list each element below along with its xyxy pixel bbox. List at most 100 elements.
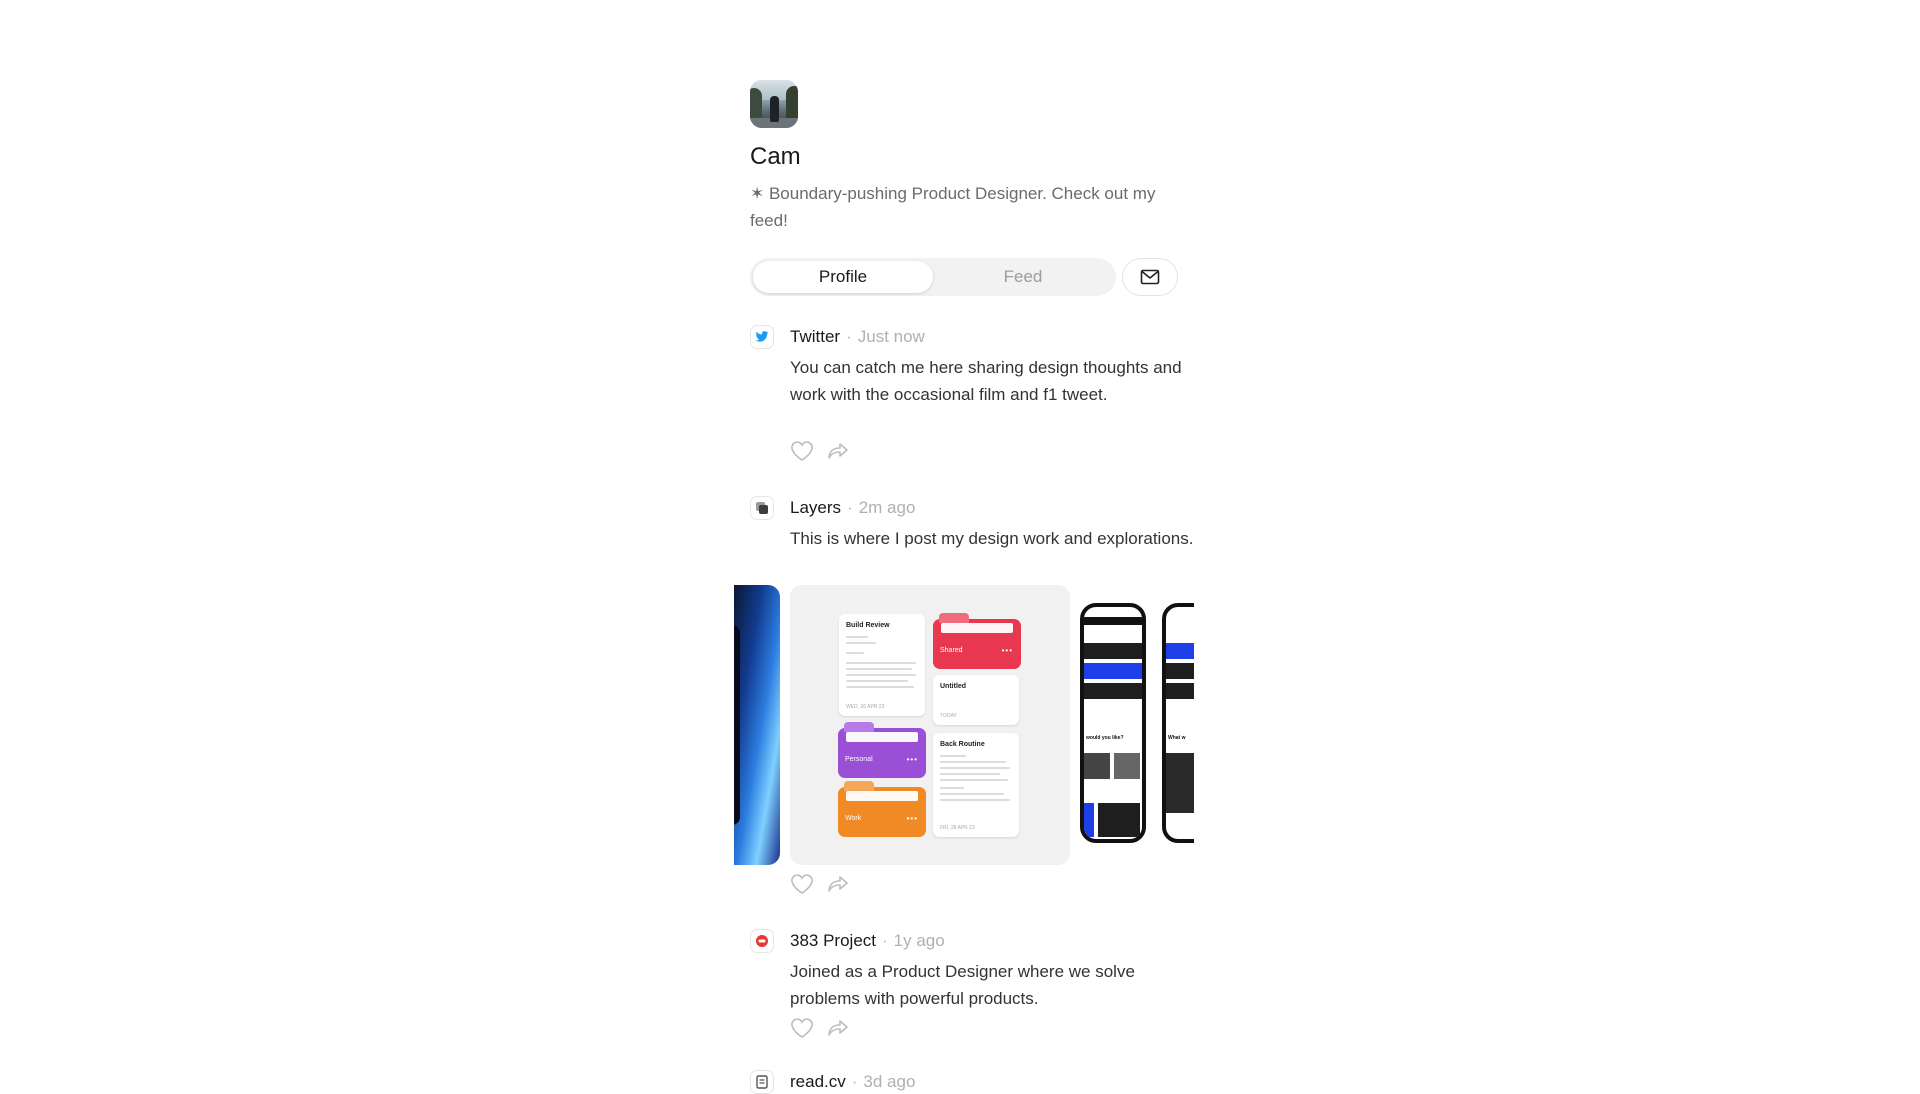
separator-dot: · [847,498,853,517]
note-card-title: Back Routine [940,741,985,748]
tab-switcher: Profile Feed [750,258,1116,296]
heart-icon[interactable] [790,440,814,462]
readcv-icon [750,1070,774,1094]
folder-tab [844,722,874,732]
post-source[interactable]: Twitter [790,327,840,346]
phone-block [1098,803,1140,837]
note-line [846,652,864,654]
post-header: read.cv · 3d ago [790,1070,915,1094]
383-project-icon [750,929,774,953]
note-card: Untitled TODAY [933,675,1019,725]
post-header: Layers · 2m ago [790,496,915,520]
gallery-image-main[interactable]: Build Review WED, 26 APR 23 Personal ••• [790,585,1070,865]
note-card-title: Build Review [846,622,890,629]
heart-icon[interactable] [790,1017,814,1039]
post-text: You can catch me here sharing design tho… [790,358,1182,404]
folder-paper [846,732,918,742]
note-line [940,755,966,757]
folder-paper [846,791,918,801]
twitter-bird-icon [750,325,774,349]
avatar-tree-right [786,86,798,122]
more-icon: ••• [906,814,918,823]
post-source[interactable]: 383 Project [790,931,876,950]
heart-icon[interactable] [790,873,814,895]
note-card-title: Untitled [940,683,967,690]
post-time: 2m ago [858,498,916,517]
folder-shared: Shared ••• [933,613,1021,669]
note-line [846,674,916,676]
gallery-image-left[interactable] [734,585,780,865]
separator-dot: · [846,327,852,346]
layers-icon [750,496,774,520]
post-source[interactable]: Layers [790,498,841,517]
folder-paper [941,623,1013,633]
phone-block [1084,663,1142,679]
note-line [940,773,1000,775]
note-card-date: WED, 26 APR 23 [846,704,885,710]
note-line [940,779,1008,781]
phone-block [1084,803,1094,837]
folder-tab [939,613,969,623]
layers-gallery[interactable]: Build Review WED, 26 APR 23 Personal ••• [734,585,1194,865]
avatar-person [770,96,779,122]
avatar[interactable] [750,80,798,128]
tab-feed[interactable]: Feed [933,261,1113,293]
note-card: Back Routine FRI, 28 APR 23 [933,733,1019,837]
note-line [846,636,868,638]
phone-mockup: would you like? [1080,603,1146,843]
phone-bar [1084,617,1142,625]
note-line [940,767,1010,769]
mail-button[interactable] [1122,258,1178,296]
note-line [846,686,914,688]
phone-mockup: What w [1162,603,1194,843]
post-header: 383 Project · 1y ago [790,929,945,953]
folder-tab [844,781,874,791]
more-icon: ••• [906,755,918,764]
post-time: 3d ago [863,1072,916,1091]
post-source[interactable]: read.cv [790,1072,846,1091]
gallery-image-right[interactable]: would you like? What w [1080,585,1194,865]
tab-profile[interactable]: Profile [753,261,933,293]
share-icon[interactable] [826,440,850,462]
folder-label: Work [845,815,862,822]
note-card: Build Review WED, 26 APR 23 [839,614,925,716]
post-text: This is where I post my design work and … [790,529,1194,548]
phone-block [1084,683,1142,699]
note-line [846,662,916,664]
post-time: Just now [857,327,925,346]
phone-block [1084,753,1110,779]
post-header: Twitter · Just now [790,325,925,349]
folder-work: Work ••• [838,781,926,837]
separator-dot: · [851,1072,858,1091]
folder-label: Personal [845,756,873,763]
profile-name: Cam [750,143,801,170]
phone-text: would you like? [1086,735,1124,741]
share-icon[interactable] [826,1017,850,1039]
phone-block [1166,663,1194,679]
folder-personal: Personal ••• [838,722,926,778]
gallery-left-device [734,625,740,825]
post-text: Joined as a Product Designer where we so… [790,962,1135,1008]
mail-icon [1140,269,1160,285]
avatar-tree-left [750,88,762,122]
folder-label: Shared [940,647,963,654]
note-line [846,668,912,670]
note-card-date: TODAY [940,713,957,719]
note-line [940,793,1004,795]
post-time: 1y ago [893,931,945,950]
phone-text: What w [1168,735,1186,741]
note-line [940,799,1010,801]
note-line [940,787,964,789]
phone-block [1114,753,1140,779]
phone-block [1166,753,1194,813]
share-icon[interactable] [826,873,850,895]
phone-block [1166,643,1194,659]
note-line [940,761,1006,763]
note-line [846,642,876,644]
note-line [846,680,908,682]
phone-block [1166,683,1194,699]
phone-block [1084,643,1142,659]
separator-dot: · [882,931,888,950]
profile-bio: ✶ Boundary-pushing Product Designer. Che… [750,184,1156,230]
more-icon: ••• [1001,646,1013,655]
